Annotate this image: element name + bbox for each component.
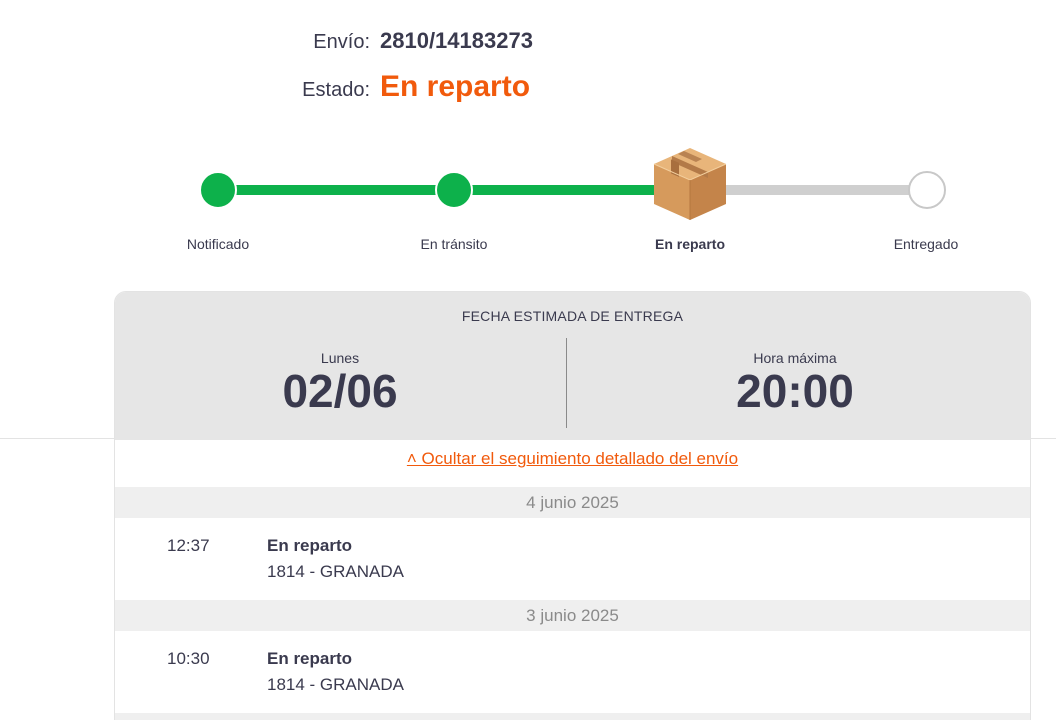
step-label-in-transit: En tránsito <box>420 236 488 252</box>
shipment-row: Envío: 2810/14183273 <box>0 28 533 54</box>
event-time: 12:37 <box>167 536 210 555</box>
step-label-delivered: Entregado <box>893 236 959 252</box>
tracking-event: 10:30 En reparto 1814 - GRANADA <box>115 631 1030 713</box>
eta-day-label: Lunes <box>320 350 360 366</box>
event-location: 1814 - GRANADA <box>267 675 404 694</box>
hide-tracking-link[interactable]: ˄ Ocultar el seguimiento detallado del e… <box>115 449 1030 469</box>
package-box-icon <box>653 148 727 220</box>
state-value: En reparto <box>380 70 531 103</box>
eta-time: 20:00 <box>736 365 854 417</box>
eta-time-block: Hora máxima 20:00 <box>570 350 1020 414</box>
eta-panel: FECHA ESTIMADA DE ENTREGA Lunes 02/06 Ho… <box>115 292 1030 440</box>
shipment-number: 2810/14183273 <box>380 28 533 53</box>
step-label-out-for-delivery: En reparto <box>654 236 725 252</box>
eta-time-label: Hora máxima <box>753 350 837 366</box>
step-dot-in-transit <box>435 171 473 209</box>
tracking-date-header-next <box>115 713 1030 720</box>
shipment-label: Envío: <box>313 31 370 53</box>
event-time: 10:30 <box>167 649 210 668</box>
eta-date: 02/06 <box>282 365 398 417</box>
step-label-notified: Notificado <box>186 236 250 252</box>
tracking-event: 12:37 En reparto 1814 - GRANADA <box>115 518 1030 600</box>
step-dot-notified <box>199 171 237 209</box>
eta-title: FECHA ESTIMADA DE ENTREGA <box>461 308 684 324</box>
tracking-date-header: 4 junio 2025 <box>115 487 1030 518</box>
state-row: Estado: En reparto <box>0 70 530 104</box>
event-title: En reparto <box>267 649 353 668</box>
delivery-card: FECHA ESTIMADA DE ENTREGA Lunes 02/06 Ho… <box>114 291 1031 720</box>
eta-date-block: Lunes 02/06 <box>115 350 565 414</box>
eta-divider <box>566 338 567 428</box>
tracking-date-header: 3 junio 2025 <box>115 600 1030 631</box>
event-title: En reparto <box>267 536 353 555</box>
step-dot-delivered <box>908 171 946 209</box>
event-location: 1814 - GRANADA <box>267 562 404 581</box>
state-label: Estado: <box>302 79 370 101</box>
